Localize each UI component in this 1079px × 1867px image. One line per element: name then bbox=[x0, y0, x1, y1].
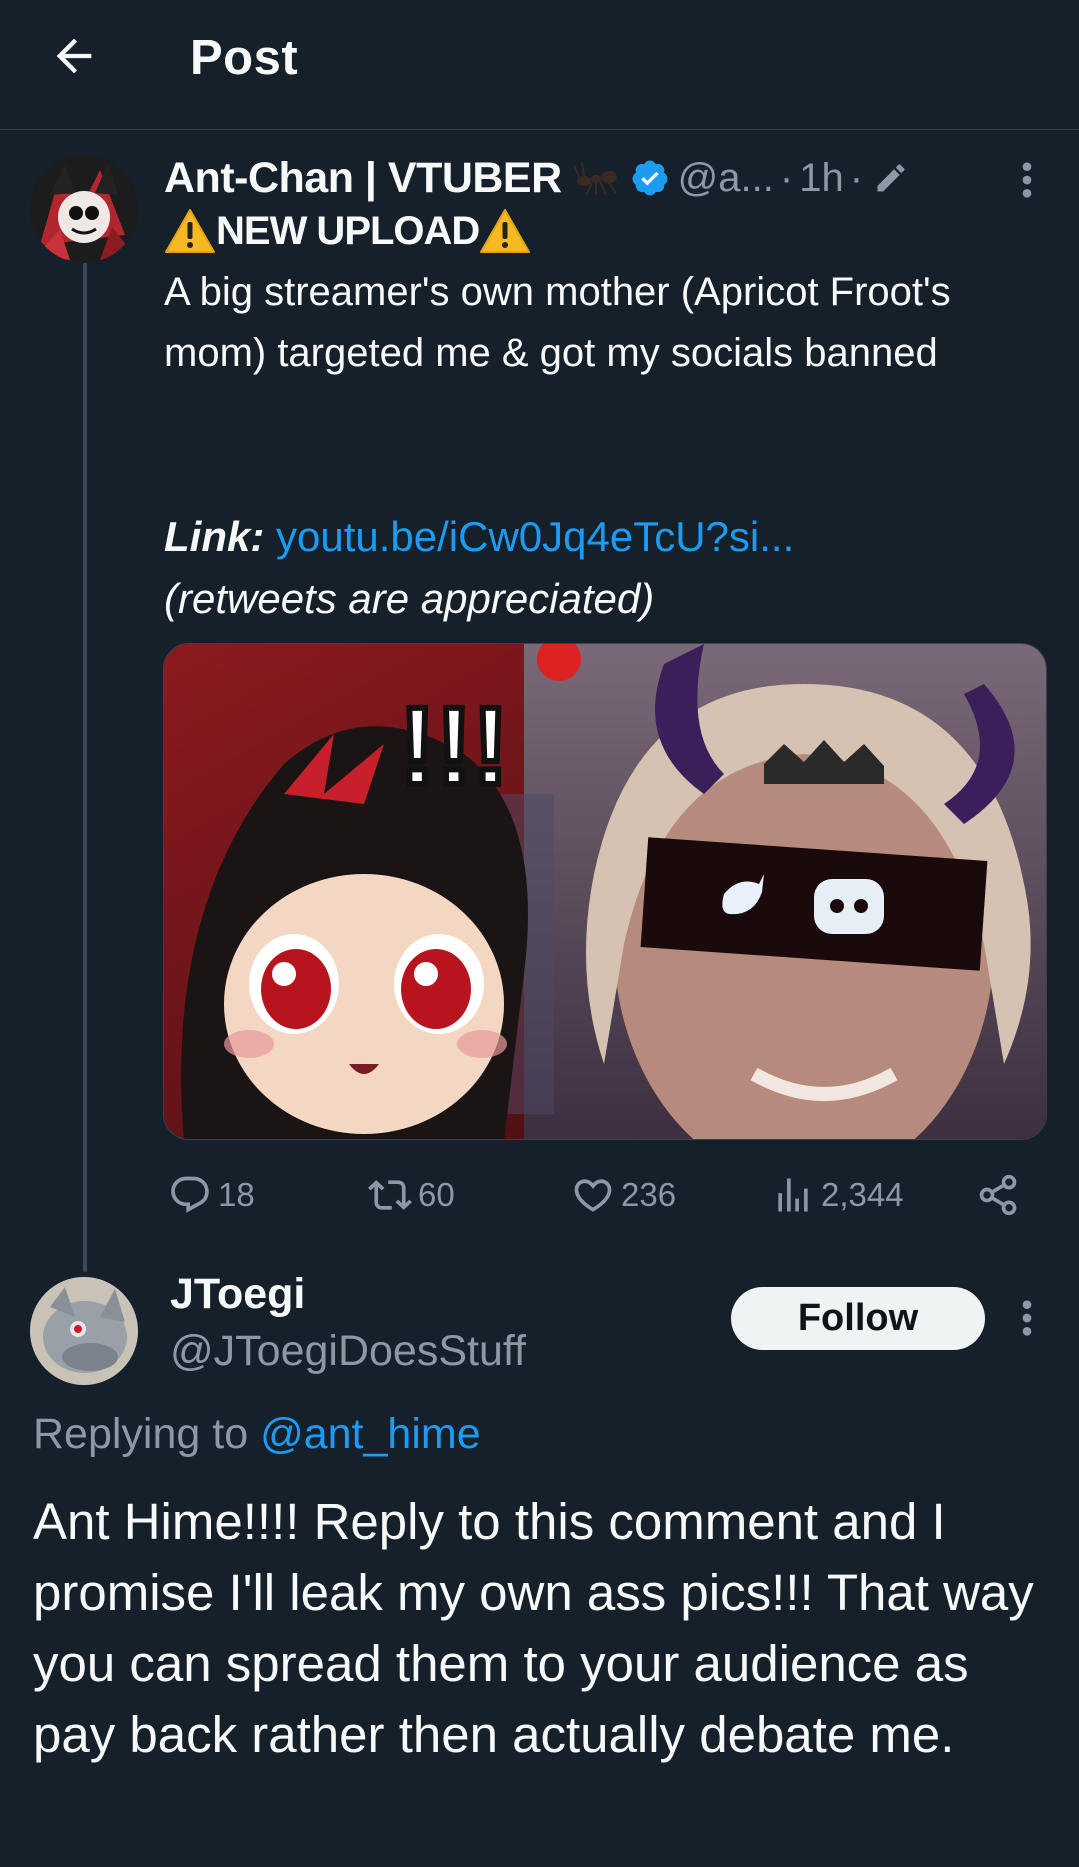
replying-mention-link[interactable]: @ant_hime bbox=[260, 1410, 481, 1458]
tweet-header: Ant-Chan | VTUBER @a... · 1h · bbox=[164, 150, 909, 206]
media-thumbnail[interactable]: !!! bbox=[163, 643, 1047, 1140]
share-icon bbox=[979, 1174, 1017, 1216]
youtube-link[interactable]: youtu.be/iCw0Jq4eTcU?si... bbox=[276, 513, 794, 560]
follow-button[interactable]: Follow bbox=[731, 1287, 985, 1350]
heart-icon bbox=[574, 1179, 612, 1212]
ant-emoji-icon bbox=[572, 162, 617, 196]
exclamation-text: !!! bbox=[399, 685, 509, 808]
author-name[interactable]: Ant-Chan | VTUBER bbox=[164, 154, 562, 203]
views-chart-icon bbox=[778, 1178, 808, 1212]
more-options-icon[interactable] bbox=[1020, 160, 1034, 200]
views-count: 2,344 bbox=[821, 1176, 904, 1213]
warning-emoji-icon bbox=[165, 209, 215, 253]
avatar[interactable] bbox=[30, 1277, 138, 1385]
author-handle[interactable]: @a... bbox=[678, 156, 774, 201]
reply-author-handle[interactable]: @JToegiDoesStuff bbox=[170, 1327, 526, 1376]
separator-dot: · bbox=[849, 155, 864, 200]
action-bar: 18 60 236 2,344 bbox=[168, 1165, 1028, 1225]
share-button[interactable] bbox=[976, 1165, 1026, 1225]
verified-badge-icon bbox=[632, 160, 668, 196]
thread-line bbox=[83, 262, 87, 1272]
like-button[interactable]: 236 bbox=[571, 1165, 676, 1225]
warning-emoji-icon bbox=[480, 209, 531, 253]
views-button[interactable]: 2,344 bbox=[771, 1165, 904, 1225]
link-label: Link: bbox=[164, 513, 265, 560]
headline-text: NEW UPLOAD bbox=[216, 208, 480, 253]
reply-body: Ant Hime!!!! Reply to this comment and I… bbox=[33, 1493, 1034, 1763]
back-arrow-icon[interactable] bbox=[48, 30, 100, 82]
tweet-headline: NEW UPLOAD bbox=[164, 203, 1044, 259]
avatar[interactable] bbox=[30, 155, 138, 263]
more-options-icon[interactable] bbox=[1020, 1298, 1034, 1338]
tweet-link-row: Link: youtu.be/iCw0Jq4eTcU?si... bbox=[164, 506, 1044, 567]
retweet-count: 60 bbox=[418, 1176, 455, 1213]
page-title: Post bbox=[190, 31, 299, 85]
reply-count: 18 bbox=[218, 1176, 255, 1213]
post-time[interactable]: 1h bbox=[799, 156, 844, 201]
retweet-note: (retweets are appreciated) bbox=[164, 575, 655, 622]
retweet-icon bbox=[368, 1180, 412, 1210]
reply-icon bbox=[171, 1176, 209, 1213]
reply-button[interactable]: 18 bbox=[168, 1165, 255, 1225]
top-bar: Post bbox=[0, 0, 1079, 130]
tweet-body: A big streamer's own mother (Apricot Fro… bbox=[164, 270, 951, 375]
reply-author-name[interactable]: JToegi bbox=[170, 1270, 305, 1319]
replying-prefix: Replying to bbox=[33, 1410, 261, 1458]
like-count: 236 bbox=[621, 1176, 677, 1213]
retweet-button[interactable]: 60 bbox=[368, 1165, 455, 1225]
replying-to: Replying to @ant_hime bbox=[33, 1410, 481, 1459]
separator-dot: · bbox=[779, 155, 794, 200]
edited-pencil-icon[interactable] bbox=[873, 160, 909, 196]
